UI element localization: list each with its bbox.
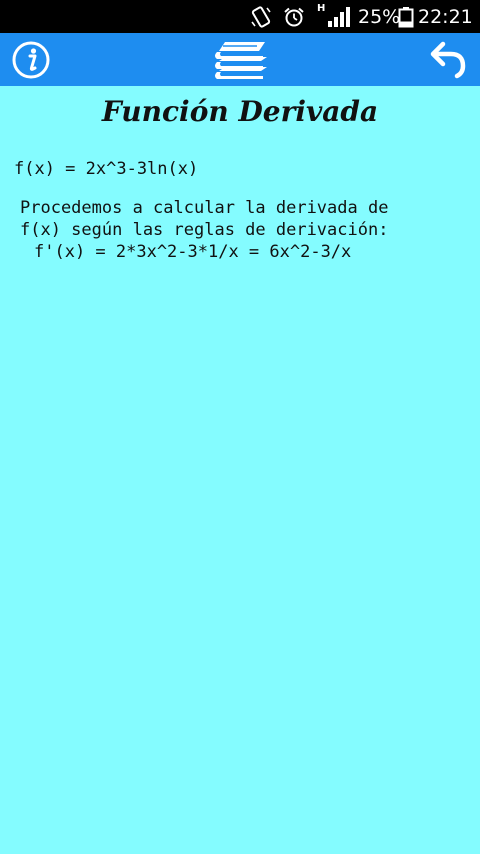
battery-percent: 25% bbox=[358, 6, 401, 28]
library-button[interactable] bbox=[206, 33, 274, 86]
back-arrow-icon bbox=[430, 41, 466, 78]
status-bar: H 25% 22:21 bbox=[0, 0, 480, 33]
alarm-icon bbox=[283, 6, 305, 32]
derivative-result: f'(x) = 2*3x^2-3*1/x = 6x^2-3/x bbox=[34, 242, 352, 262]
explanation-line-2: f(x) según las reglas de derivación: bbox=[20, 220, 389, 240]
vibrate-icon bbox=[250, 6, 272, 32]
back-button[interactable] bbox=[424, 33, 474, 86]
info-button[interactable] bbox=[6, 33, 56, 86]
explanation-line-1: Procedemos a calcular la derivada de bbox=[20, 198, 389, 218]
battery-icon bbox=[398, 6, 414, 32]
page-title: Función Derivada bbox=[101, 95, 379, 128]
clock-time: 22:21 bbox=[418, 6, 473, 28]
explanation-text: Procedemos a calcular la derivada de f(x… bbox=[20, 197, 388, 241]
app-toolbar bbox=[0, 33, 480, 86]
books-stack-icon bbox=[215, 41, 267, 79]
function-expression: f(x) = 2x^3-3ln(x) bbox=[14, 159, 199, 179]
info-icon bbox=[12, 41, 50, 78]
signal-icon bbox=[327, 6, 351, 32]
network-type-label: H bbox=[317, 3, 326, 14]
